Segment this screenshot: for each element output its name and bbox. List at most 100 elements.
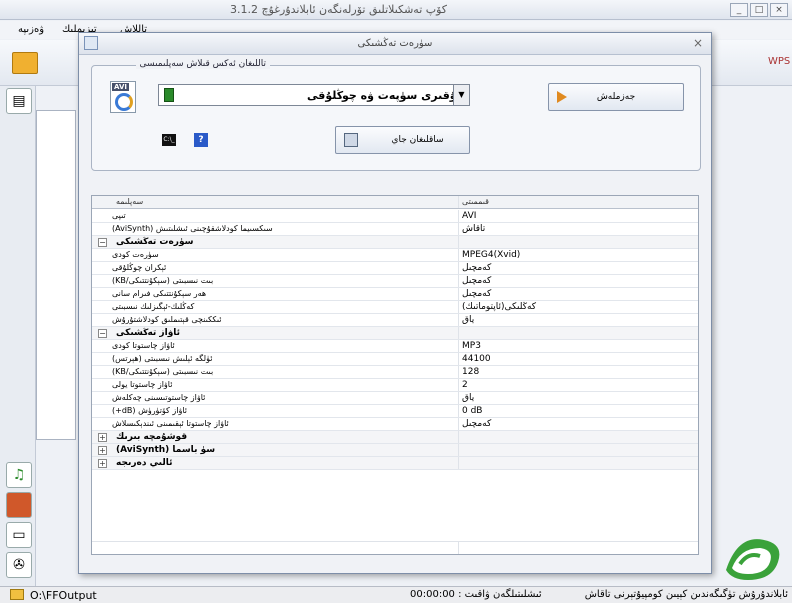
app-title-bar: كۆپ تەشكىلاتلىق تۆرلەنگەن ئابلاندۇرغۇچ 3… [0, 0, 792, 20]
property-value [458, 457, 698, 469]
floppy-disk-icon [344, 133, 358, 147]
property-value[interactable]: كەمچىل [458, 275, 698, 287]
property-value[interactable]: MP3 [458, 340, 698, 352]
grid-property-row[interactable]: تىپى AVI [92, 210, 698, 223]
property-value[interactable]: ياق [458, 392, 698, 404]
avi-icon-label: AVI [112, 83, 129, 91]
maximize-icon[interactable]: □ [750, 3, 768, 17]
grid-property-row[interactable]: ئاۋاز چاستوتا ئېقىمىنى ئىندېكىسلاش كەمچىل [92, 418, 698, 431]
shutdown-option[interactable]: ئابلاندۇرۇش تۈگىگەندىن كېيىن كومپيۇتېرنى… [585, 589, 788, 600]
quality-profile-value: يۇقىرى سۈپەت ۋە چوڭلۇقى [307, 89, 461, 102]
property-name: ئىككىنچى قېتىملىق كودلاشتۇرۇش [112, 315, 222, 324]
elapsed-time: 00:00:00 : ئىشلىتىلگەن ۋاقىت [410, 589, 542, 600]
property-value[interactable]: كەمچىل [458, 262, 698, 274]
command-prompt-icon[interactable]: C:\_ [162, 134, 176, 146]
device-category-icon[interactable]: ▭ [6, 522, 32, 548]
property-name: سۈرەت كودى [112, 250, 159, 259]
property-value[interactable]: 128 [458, 366, 698, 378]
ok-button-label: جەزملەش [596, 92, 636, 102]
property-value[interactable]: كەمچىل [458, 418, 698, 430]
property-name: (KB/سېكۇنتتىكى) بىت نىسبىتى [112, 367, 214, 376]
audio-category-icon[interactable]: ♫ [6, 462, 32, 488]
task-list[interactable] [36, 110, 76, 440]
property-name: تىپى [112, 211, 126, 220]
help-icon[interactable]: ? [194, 133, 208, 147]
grid-property-row[interactable]: ئاۋاز چاستوتىسىنى چەكلەش ياق [92, 392, 698, 405]
dialog-title: سۈرەت تەڭشىكى [357, 38, 433, 49]
profile-group-legend: تاللىغان ئەكس قىلاش سەپلىمىسى [135, 59, 270, 69]
property-value [458, 444, 698, 456]
grid-header-value: قىممىتى [458, 196, 698, 208]
grid-property-row[interactable]: (AviSynth) سىكسىيما كودلاشقۇچىنى ئىشلىتى… [92, 223, 698, 236]
grid-category-row[interactable]: + (AviSynth) سۈ باسما [92, 444, 698, 457]
property-value[interactable]: كەمچىل [458, 288, 698, 300]
grid-property-row[interactable]: (ھېرتس) ئۈلگە ئېلىش نىسبىتى 44100 [92, 353, 698, 366]
grid-header: سەپلىمە قىممىتى [92, 196, 698, 209]
app-title: كۆپ تەشكىلاتلىق تۆرلەنگەن ئابلاندۇرغۇچ 3… [230, 3, 448, 16]
output-path: O:\FFOutput [30, 589, 97, 602]
property-value[interactable]: AVI [458, 210, 698, 222]
grid-empty-area [92, 541, 698, 554]
expand-icon[interactable]: + [98, 459, 107, 468]
chevron-down-icon[interactable]: ▼ [453, 85, 469, 105]
disc-icon [115, 93, 133, 111]
property-value[interactable]: 2 [458, 379, 698, 391]
property-value [458, 431, 698, 443]
grid-property-row[interactable]: (KB/سېكۇنتتىكى) بىت نىسبىتى كەمچىل [92, 275, 698, 288]
close-icon[interactable]: × [770, 3, 788, 17]
collapse-icon[interactable]: − [98, 238, 107, 247]
grid-property-row[interactable]: سۈرەت كودى MPEG4(Xvid) [92, 249, 698, 262]
dialog-close-icon[interactable]: × [693, 36, 703, 50]
ok-button[interactable]: جەزملەش [548, 83, 684, 111]
property-name: ئېكران چوڭلۇقى [112, 263, 167, 272]
property-value[interactable]: 0 dB [458, 405, 698, 417]
property-value[interactable]: (ئاپتوماتىك)كەڭلىكى [458, 301, 698, 313]
property-name: كەڭلىك-ئېگىزلىك نىسبىتى [112, 302, 195, 311]
grid-category-row[interactable]: + ئالىي دەرىجە [92, 457, 698, 470]
collapse-icon[interactable]: − [98, 329, 107, 338]
grid-property-row[interactable]: ھەر سېكۇنتتىكى فىرام سانى كەمچىل [92, 288, 698, 301]
property-name: قوشۇمچە بىرىك [116, 432, 188, 442]
property-value[interactable]: تاقاش [458, 223, 698, 235]
property-name: (KB/سېكۇنتتىكى) بىت نىسبىتى [112, 276, 214, 285]
grid-category-row[interactable]: + قوشۇمچە بىرىك [92, 431, 698, 444]
property-name: (AviSynth) سىكسىيما كودلاشقۇچىنى ئىشلىتى… [112, 224, 273, 233]
expand-icon[interactable]: + [98, 446, 107, 455]
grid-property-row[interactable]: ئاۋاز چاستوتا كودى MP3 [92, 340, 698, 353]
status-bar: O:\FFOutput 00:00:00 : ئىشلىتىلگەن ۋاقىت… [0, 586, 792, 603]
grid-property-row[interactable]: (+dB) ئاۋاز كۆتۈرۈش 0 dB [92, 405, 698, 418]
grid-property-row[interactable]: ئېكران چوڭلۇقى كەمچىل [92, 262, 698, 275]
quality-profile-select[interactable]: يۇقىرى سۈپەت ۋە چوڭلۇقى ▼ [158, 84, 470, 106]
menu-task[interactable]: ۋەزىپە [18, 24, 44, 35]
property-value[interactable]: ياق [458, 314, 698, 326]
picture-category-icon[interactable] [6, 492, 32, 518]
watermark-logo [726, 539, 780, 580]
property-value[interactable]: MPEG4(Xvid) [458, 249, 698, 261]
grid-property-row[interactable]: ئاۋاز چاستوتا يولى 2 [92, 379, 698, 392]
grid-category-row[interactable]: − ئاۋاز تەڭشىكى [92, 327, 698, 340]
folder-icon[interactable] [12, 52, 38, 74]
property-name: (AviSynth) سۈ باسما [116, 445, 216, 455]
folder-small-icon[interactable] [10, 589, 24, 600]
film-icon [164, 88, 174, 102]
property-name: (ھېرتس) ئۈلگە ئېلىش نىسبىتى [112, 354, 213, 363]
save-as-button[interactable]: ساقلىغان جاي [335, 126, 470, 154]
property-grid: سەپلىمە قىممىتى تىپى AVI (AviSynth) سىكسىي… [91, 195, 699, 555]
right-panel [712, 86, 792, 586]
property-value[interactable]: 44100 [458, 353, 698, 365]
property-name: ئاۋاز تەڭشىكى [116, 328, 181, 338]
grid-property-row[interactable]: كەڭلىك-ئېگىزلىك نىسبىتى (ئاپتوماتىك)كەڭلى… [92, 301, 698, 314]
grid-category-row[interactable]: − سۈرەت تەڭشىكى [92, 236, 698, 249]
grid-property-row[interactable]: ئىككىنچى قېتىملىق كودلاشتۇرۇش ياق [92, 314, 698, 327]
left-category-strip: ▤ ♫ ▭ ✇ [0, 86, 36, 586]
grid-property-row[interactable]: (KB/سېكۇنتتىكى) بىت نىسبىتى 128 [92, 366, 698, 379]
property-name: ئاۋاز چاستوتا ئېقىمىنى ئىندېكىسلاش [112, 419, 229, 428]
expand-icon[interactable]: + [98, 433, 107, 442]
minimize-icon[interactable]: _ [730, 3, 748, 17]
window-controls: _ □ × [730, 3, 788, 17]
video-category-icon[interactable]: ▤ [6, 88, 32, 114]
reel-category-icon[interactable]: ✇ [6, 552, 32, 578]
property-name: سۈرەت تەڭشىكى [116, 237, 194, 247]
property-name: ئاۋاز چاستوتىسىنى چەكلەش [112, 393, 206, 402]
property-value [458, 327, 698, 339]
